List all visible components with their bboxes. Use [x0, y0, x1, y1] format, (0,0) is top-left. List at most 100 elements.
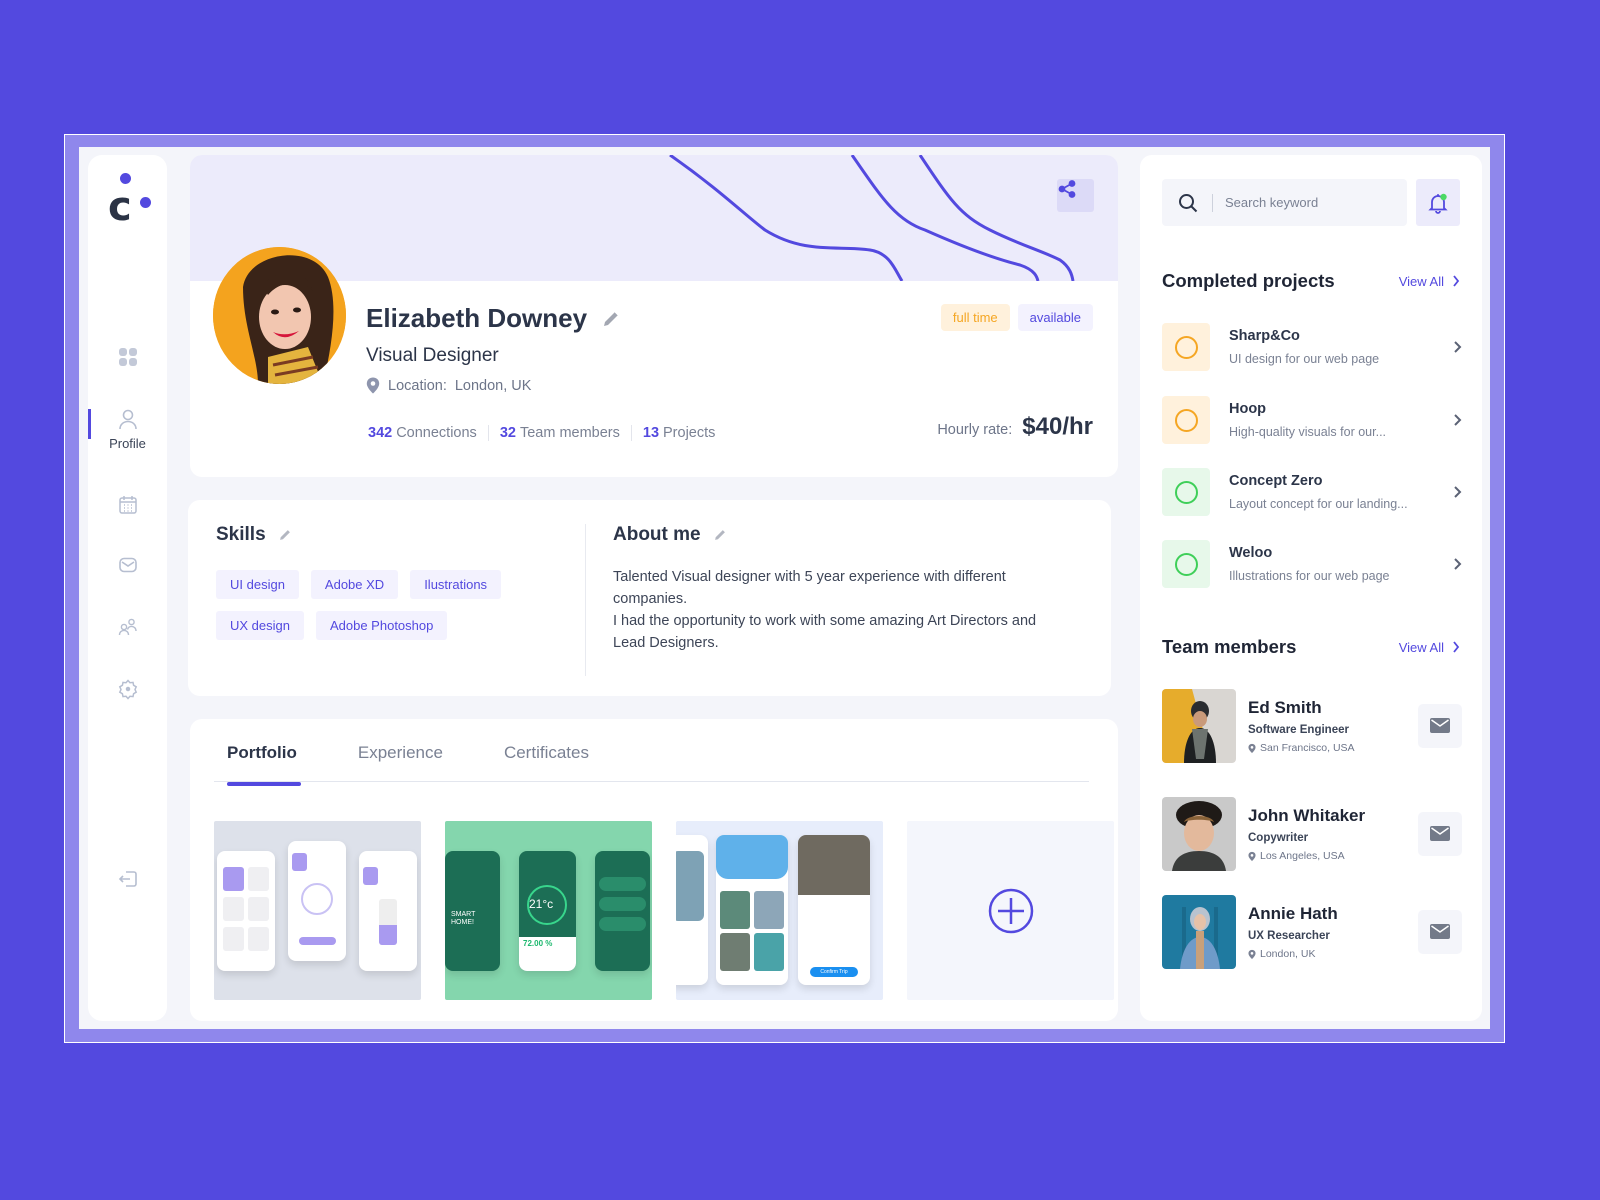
- portfolio-card: Portfolio Experience Certificates SMART …: [190, 719, 1118, 1021]
- notifications-button[interactable]: [1416, 179, 1460, 226]
- tab-certificates[interactable]: Certificates: [491, 719, 589, 785]
- calendar-icon: [118, 496, 137, 514]
- tab-experience[interactable]: Experience: [345, 719, 443, 785]
- member-avatar[interactable]: [1162, 895, 1236, 969]
- phone-mockup: SMART HOME!: [445, 851, 500, 971]
- sidebar-item-settings[interactable]: [88, 678, 167, 700]
- mail-icon: [1430, 718, 1450, 733]
- profile-location: Location: London, UK: [366, 377, 531, 394]
- stat-connections[interactable]: 342 Connections: [368, 425, 488, 441]
- project-icon: [1162, 540, 1210, 588]
- about-header: About me: [613, 524, 1053, 546]
- skills-section: Skills UI design Adobe XD Ilustrations U…: [216, 524, 536, 640]
- stat-value: 342: [368, 425, 393, 441]
- profile-avatar[interactable]: [213, 247, 346, 384]
- hourly-rate-label: Hourly rate:: [937, 422, 1013, 438]
- profile-name: Elizabeth Downey: [366, 303, 588, 333]
- mail-icon: [1430, 924, 1450, 939]
- brand-logo[interactable]: c: [108, 173, 158, 227]
- member-avatar[interactable]: [1162, 689, 1236, 763]
- location-value: London, UK: [454, 377, 532, 394]
- member-location-text: San Francisco, USA: [1260, 742, 1355, 754]
- portfolio-thumbnails: SMART HOME! 21°c 72.00 % Confirm Trip: [214, 821, 1114, 1000]
- logo-dot: [120, 173, 131, 184]
- logo-letter: c: [108, 184, 132, 230]
- completed-projects-header: Completed projects View All: [1162, 270, 1460, 292]
- skills-about-card: Skills UI design Adobe XD Ilustrations U…: [188, 500, 1111, 696]
- portfolio-item[interactable]: Confirm Trip: [676, 821, 883, 1000]
- search-input[interactable]: [1225, 195, 1395, 210]
- view-all-team-link[interactable]: View All: [1399, 640, 1460, 655]
- skill-chip[interactable]: Ilustrations: [410, 570, 502, 599]
- skills-title: Skills: [216, 524, 266, 545]
- view-all-label: View All: [1398, 639, 1444, 655]
- sidebar-item-messages[interactable]: [88, 554, 167, 576]
- profile-card: Elizabeth Downey Visual Designer Locatio…: [190, 155, 1118, 477]
- skill-chip[interactable]: UX design: [216, 611, 304, 640]
- logout-icon: [118, 871, 137, 887]
- thumbnail-stat: 72.00 %: [523, 939, 553, 948]
- plus-circle-icon: [988, 888, 1033, 933]
- hourly-rate: Hourly rate: $40/hr: [937, 413, 1093, 441]
- member-photo: [1162, 895, 1236, 969]
- project-description: Layout concept for our landing...: [1229, 497, 1408, 511]
- sidebar-item-calendar[interactable]: [88, 494, 167, 516]
- view-all-projects-link[interactable]: View All: [1399, 274, 1460, 289]
- project-item[interactable]: Weloo Illustrations for our web page: [1162, 539, 1462, 589]
- circle-icon: [1174, 480, 1198, 504]
- grid-icon: [118, 348, 137, 366]
- edit-icon[interactable]: [601, 309, 621, 329]
- message-member-button[interactable]: [1418, 812, 1462, 856]
- edit-icon[interactable]: [713, 528, 727, 542]
- about-title: About me: [613, 524, 701, 545]
- location-label: Location:: [388, 377, 447, 394]
- tab-portfolio[interactable]: Portfolio: [214, 719, 301, 786]
- project-item[interactable]: Sharp&Co UI design for our web page: [1162, 322, 1462, 372]
- skill-chip[interactable]: Adobe Photoshop: [315, 611, 448, 640]
- completed-projects-title: Completed projects: [1162, 270, 1335, 291]
- phone-mockup: [217, 851, 275, 971]
- member-name: Ed Smith: [1248, 698, 1322, 717]
- right-panel: Completed projects View All Sharp&Co UI d…: [1140, 155, 1482, 1021]
- project-name: Concept Zero: [1229, 473, 1323, 489]
- skill-chip[interactable]: Adobe XD: [310, 570, 399, 599]
- badge-full-time: full time: [940, 304, 1010, 331]
- message-member-button[interactable]: [1418, 704, 1462, 748]
- profile-job-title: Visual Designer: [366, 345, 499, 366]
- stat-projects[interactable]: 13 Projects: [630, 425, 727, 441]
- portfolio-item[interactable]: [214, 821, 421, 1000]
- stat-team-members[interactable]: 32 Team members: [487, 425, 631, 441]
- phone-mockup: [595, 851, 650, 971]
- bell-icon: [1428, 193, 1448, 214]
- stat-label: Projects: [663, 425, 716, 441]
- member-avatar[interactable]: [1162, 797, 1236, 871]
- sidebar-item-dashboard[interactable]: [88, 346, 167, 368]
- search-box[interactable]: [1162, 179, 1407, 226]
- location-pin-icon: [1248, 851, 1256, 861]
- sidebar-item-logout[interactable]: [88, 868, 167, 890]
- chevron-right-icon: [1453, 275, 1460, 287]
- project-item[interactable]: Concept Zero Layout concept for our landi…: [1162, 467, 1462, 517]
- project-icon: [1162, 468, 1210, 516]
- message-member-button[interactable]: [1418, 910, 1462, 954]
- chevron-right-icon: [1454, 486, 1462, 498]
- phone-mockup: Confirm Trip: [798, 835, 870, 985]
- skill-chip[interactable]: UI design: [216, 570, 299, 599]
- thumbnail-button: Confirm Trip: [810, 967, 858, 977]
- edit-icon[interactable]: [278, 528, 292, 542]
- project-item[interactable]: Hoop High-quality visuals for our...: [1162, 395, 1462, 445]
- add-portfolio-item-button[interactable]: [907, 821, 1114, 1000]
- share-button[interactable]: [1057, 179, 1094, 212]
- portfolio-item[interactable]: SMART HOME! 21°c 72.00 %: [445, 821, 652, 1000]
- mail-icon: [118, 557, 137, 573]
- sidebar-item-profile[interactable]: Profile: [88, 408, 167, 451]
- profile-stats: 342 Connections 32 Team members 13 Projects: [368, 425, 726, 441]
- sidebar-item-label: Profile: [109, 436, 146, 451]
- team-members-title: Team members: [1162, 636, 1297, 657]
- team-member: Ed Smith Software Engineer San Francisco…: [1162, 689, 1462, 763]
- member-location: San Francisco, USA: [1248, 742, 1418, 754]
- profile-banner: [190, 155, 1118, 281]
- team-member: John Whitaker Copywriter Los Angeles, US…: [1162, 797, 1462, 871]
- sidebar-item-team[interactable]: [88, 616, 167, 638]
- location-pin-icon: [366, 377, 380, 394]
